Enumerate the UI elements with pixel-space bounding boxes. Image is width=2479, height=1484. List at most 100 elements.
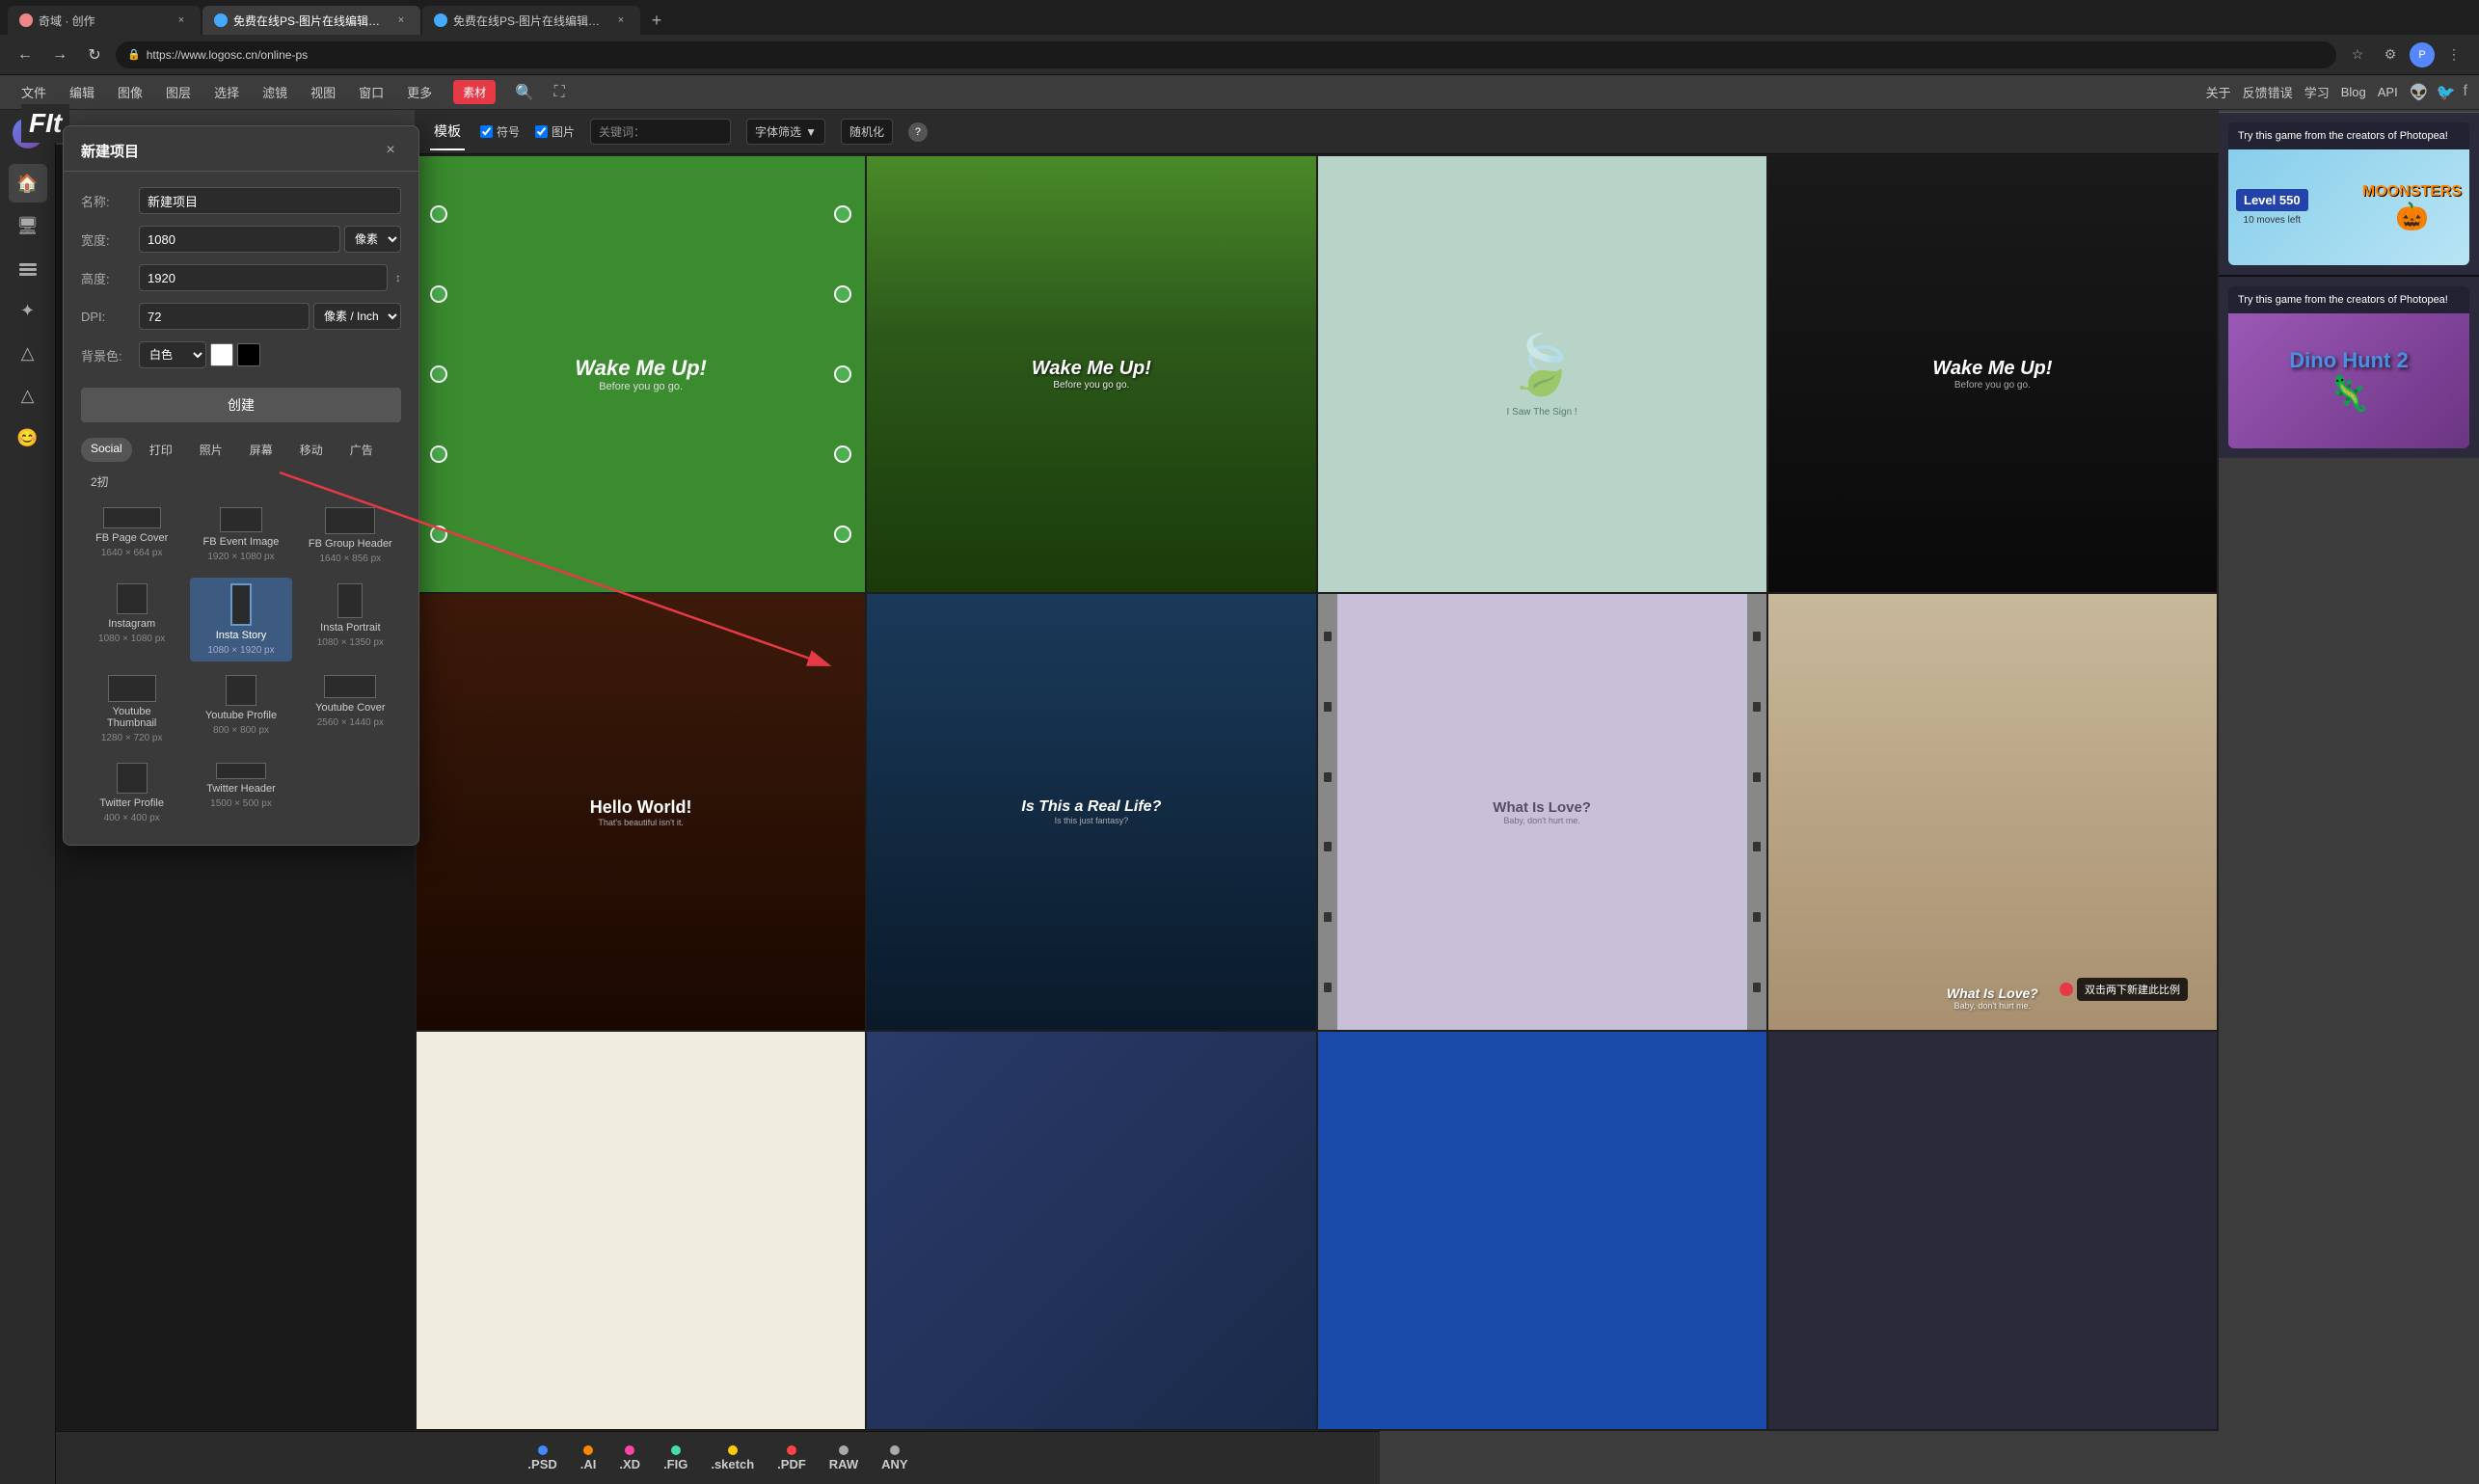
preset-tab-photo[interactable]: 照片	[190, 438, 232, 462]
preset-tab-social[interactable]: Social	[81, 438, 132, 462]
sidebar-home[interactable]: 🏠	[9, 164, 47, 202]
template-leaf-teal[interactable]: 🍃 I Saw The Sign !	[1318, 156, 1766, 592]
dpi-unit-select[interactable]: 像素 / Inch	[313, 303, 401, 330]
bg-color-swatch1[interactable]	[210, 343, 233, 366]
preset-youtube-profile[interactable]: Youtube Profile 800 × 800 px	[190, 669, 291, 749]
preset-youtube-thumbnail[interactable]: Youtube Thumbnail 1280 × 720 px	[81, 669, 182, 749]
preset-fb-group-header[interactable]: FB Group Header 1640 × 856 px	[300, 501, 401, 570]
profile-button[interactable]: P	[2410, 42, 2435, 67]
tab-close-qiyu[interactable]: ×	[174, 13, 189, 28]
tab-logosc-1[interactable]: 免费在线PS-图片在线编辑PSD文... ×	[202, 6, 420, 35]
tab-close-logosc1[interactable]: ×	[393, 13, 409, 28]
menu-window[interactable]: 窗口	[349, 79, 393, 105]
extensions-button[interactable]: ⚙	[2377, 41, 2404, 68]
api-link[interactable]: API	[2378, 85, 2398, 99]
template-dark-city[interactable]: Hello World! That's beautiful isn't it.	[417, 594, 865, 1030]
tab-logosc-2[interactable]: 免费在线PS-图片在线编辑PSD文... ×	[422, 6, 640, 35]
menu-filter[interactable]: 滤镜	[253, 79, 297, 105]
learn-link[interactable]: 学习	[2304, 83, 2330, 101]
sidebar-layers[interactable]	[9, 249, 47, 287]
width-unit-select[interactable]: 像素 英寸	[344, 226, 401, 253]
dpi-input[interactable]	[139, 303, 310, 330]
blog-link[interactable]: Blog	[2341, 85, 2366, 99]
format-ai[interactable]: .AI	[580, 1445, 597, 1471]
format-xd[interactable]: .XD	[619, 1445, 640, 1471]
bookmark-button[interactable]: ☆	[2344, 41, 2371, 68]
sidebar-triangle1[interactable]: △	[9, 334, 47, 372]
search-button[interactable]: 🔍	[511, 79, 538, 106]
template-marmot[interactable]: What Is Love? Baby, don't hurt me. 双击两下新…	[1768, 594, 2217, 1030]
menu-image[interactable]: 图像	[108, 79, 152, 105]
hot-materials-button[interactable]: 素材	[453, 80, 496, 104]
preset-tab-ad[interactable]: 广告	[340, 438, 383, 462]
preset-instagram[interactable]: Instagram 1080 × 1080 px	[81, 578, 182, 661]
preset-youtube-cover[interactable]: Youtube Cover 2560 × 1440 px	[300, 669, 401, 749]
template-nature-photo[interactable]: Wake Me Up! Before you go go.	[867, 156, 1315, 592]
template-green-poster[interactable]: Wake Me Up! Before you go go.	[417, 156, 865, 592]
fullscreen-button[interactable]: ⛶	[546, 79, 573, 106]
sidebar-triangle2[interactable]: △	[9, 376, 47, 415]
preset-tab-screen[interactable]: 屏幕	[240, 438, 283, 462]
template-film-strip[interactable]: What Is Love? Baby, don't hurt me.	[1318, 594, 1766, 1030]
tab-close-logosc2[interactable]: ×	[613, 13, 629, 28]
reload-button[interactable]: ↻	[81, 41, 108, 68]
new-tab-button[interactable]: +	[642, 6, 671, 35]
facebook-icon[interactable]: f	[2464, 83, 2467, 102]
font-filter-button[interactable]: 字体筛选 ▼	[746, 119, 825, 145]
random-button[interactable]: 随机化	[841, 119, 893, 145]
keyword-input[interactable]	[645, 125, 722, 139]
bg-color-swatch2[interactable]	[237, 343, 260, 366]
width-input[interactable]	[139, 226, 340, 253]
menu-layer[interactable]: 图层	[156, 79, 201, 105]
format-pdf[interactable]: .PDF	[777, 1445, 806, 1471]
name-input[interactable]	[139, 187, 401, 214]
create-button[interactable]: 创建	[81, 388, 401, 422]
menu-view[interactable]: 视图	[301, 79, 345, 105]
ad-dinohunt[interactable]: Try this game from the creators of Photo…	[2219, 277, 2479, 458]
preset-insta-story[interactable]: Insta Story 1080 × 1920 px	[190, 578, 291, 661]
preset-twitter-profile[interactable]: Twitter Profile 400 × 400 px	[81, 757, 182, 829]
about-link[interactable]: 关于	[2206, 83, 2231, 101]
symbol-checkbox[interactable]	[480, 125, 493, 138]
address-bar[interactable]: 🔒 https://www.logosc.cn/online-ps	[116, 41, 2336, 68]
preset-fb-page-cover[interactable]: FB Page Cover 1640 × 664 px	[81, 501, 182, 570]
template-blue3[interactable]	[1318, 1032, 1766, 1429]
sidebar-emoji[interactable]: 😊	[9, 418, 47, 457]
feedback-link[interactable]: 反馈错误	[2243, 83, 2293, 101]
preset-fb-event-image[interactable]: FB Event Image 1920 × 1080 px	[190, 501, 291, 570]
gallery-tab-template[interactable]: 模板	[430, 114, 465, 150]
preset-insta-portrait[interactable]: Insta Portrait 1080 × 1350 px	[300, 578, 401, 661]
bg-color-select[interactable]: 白色 黑色 透明	[139, 341, 206, 368]
preset-tab-custom[interactable]: 2扨	[81, 470, 119, 494]
menu-more[interactable]: 更多	[397, 79, 442, 105]
format-fig[interactable]: .FIG	[663, 1445, 687, 1471]
sidebar-monitor[interactable]: 🖥	[9, 206, 47, 245]
menu-edit[interactable]: 编辑	[60, 79, 104, 105]
image-checkbox[interactable]	[535, 125, 548, 138]
dialog-close-button[interactable]: ×	[380, 140, 401, 161]
format-sketch[interactable]: .sketch	[711, 1445, 754, 1471]
menu-select[interactable]: 选择	[204, 79, 249, 105]
format-psd[interactable]: .PSD	[527, 1445, 556, 1471]
preset-tab-print[interactable]: 打印	[140, 438, 182, 462]
ad-moonsters[interactable]: Try this game from the creators of Photo…	[2219, 113, 2479, 277]
forward-button[interactable]: →	[46, 41, 73, 68]
sidebar-shapes[interactable]: ✦	[9, 291, 47, 330]
format-raw[interactable]: RAW	[829, 1445, 858, 1471]
height-input[interactable]	[139, 264, 388, 291]
template-placeholder2[interactable]	[867, 1032, 1315, 1429]
template-dark4[interactable]	[1768, 1032, 2217, 1429]
menu-file[interactable]: 文件	[12, 79, 56, 105]
format-any[interactable]: ANY	[881, 1445, 907, 1471]
more-options-button[interactable]: ⋮	[2440, 41, 2467, 68]
preset-twitter-header[interactable]: Twitter Header 1500 × 500 px	[190, 757, 291, 829]
twitter-icon[interactable]: 🐦	[2437, 83, 2456, 102]
template-light1[interactable]	[417, 1032, 865, 1429]
preset-tab-mobile[interactable]: 移动	[290, 438, 333, 462]
back-button[interactable]: ←	[12, 41, 39, 68]
template-city-blue[interactable]: Is This a Real Life? Is this just fantas…	[867, 594, 1315, 1030]
reddit-icon[interactable]: 👽	[2410, 83, 2429, 102]
template-dark-poster[interactable]: Wake Me Up! Before you go go.	[1768, 156, 2217, 592]
tab-qiyu[interactable]: 奇域 · 创作 ×	[8, 6, 201, 35]
help-button[interactable]: ?	[908, 122, 928, 142]
